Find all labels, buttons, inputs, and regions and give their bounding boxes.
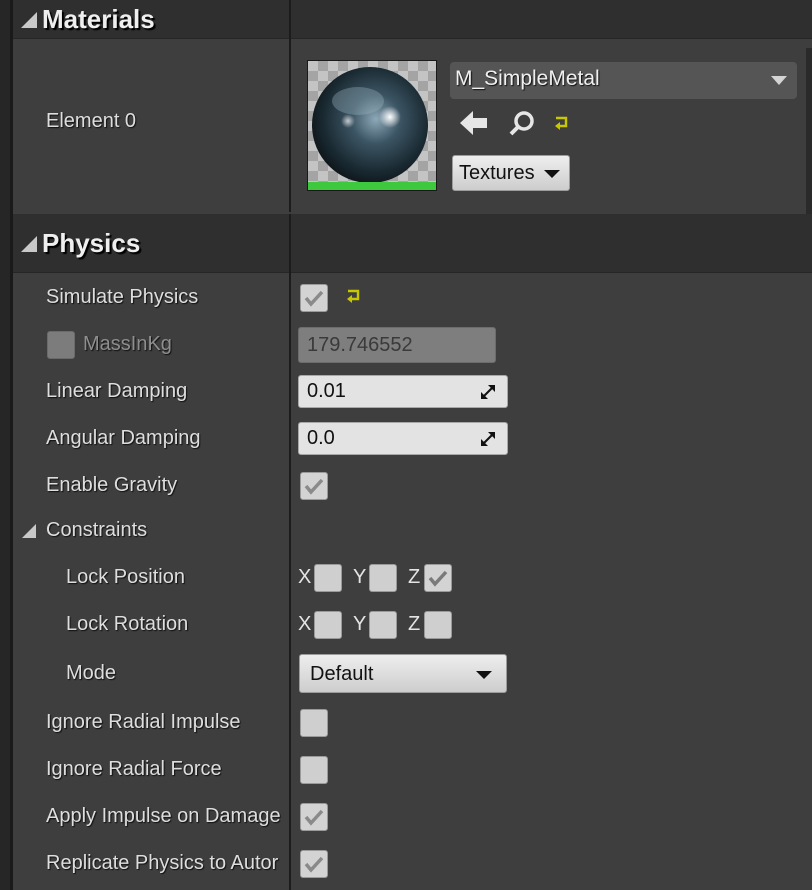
scrollbar[interactable]: [806, 48, 812, 230]
lock-position-z-label: Z: [408, 566, 421, 588]
lock-rotation-z-label: Z: [408, 613, 421, 635]
lock-position-x-checkbox[interactable]: [314, 564, 342, 592]
simulate-physics-label: Simulate Physics: [46, 286, 199, 308]
drag-spin-icon[interactable]: [479, 383, 497, 401]
replicate-physics-checkbox[interactable]: [300, 850, 328, 878]
linear-damping-value: 0.01: [307, 380, 346, 402]
lock-position-z-checkbox[interactable]: [424, 564, 452, 592]
chevron-down-icon: [476, 671, 492, 679]
mode-value: Default: [310, 663, 374, 685]
textures-dropdown[interactable]: Textures: [452, 155, 570, 191]
collapse-triangle-icon[interactable]: [21, 236, 37, 252]
lock-rotation-y-label: Y: [353, 613, 367, 635]
checkmark-icon: [304, 478, 324, 495]
mass-override-checkbox[interactable]: [47, 331, 75, 359]
lock-position-y-label: Y: [353, 566, 367, 588]
lock-rotation-x-label: X: [298, 613, 312, 635]
linear-damping-field[interactable]: 0.01: [298, 375, 508, 408]
angular-damping-value: 0.0: [307, 427, 335, 449]
lock-position-label: Lock Position: [66, 566, 185, 588]
chevron-down-icon: [544, 170, 560, 178]
column-divider[interactable]: [289, 0, 291, 212]
constraints-expander-icon[interactable]: [22, 524, 36, 538]
enable-gravity-label: Enable Gravity: [46, 474, 178, 496]
mass-field: 179.746552: [298, 327, 496, 363]
material-selector-dropdown[interactable]: M_SimpleMetal: [450, 62, 797, 99]
reset-to-default-icon[interactable]: [345, 288, 363, 306]
simulate-physics-checkbox[interactable]: [300, 284, 328, 312]
material-thumbnail[interactable]: [307, 60, 437, 191]
mass-label: MassInKg: [83, 333, 172, 355]
ignore-radial-force-checkbox[interactable]: [300, 756, 328, 784]
checkmark-icon: [428, 570, 448, 587]
constraints-label: Constraints: [46, 519, 148, 541]
physics-title: Physics: [42, 228, 141, 258]
lock-rotation-z-checkbox[interactable]: [424, 611, 452, 639]
mode-dropdown[interactable]: Default: [299, 654, 507, 693]
textures-label: Textures: [459, 162, 535, 184]
drag-spin-icon[interactable]: [479, 430, 497, 448]
back-arrow-icon[interactable]: [460, 110, 488, 136]
collapse-triangle-icon[interactable]: [21, 12, 37, 28]
linear-damping-label: Linear Damping: [46, 380, 188, 402]
apply-impulse-on-damage-label: Apply Impulse on Damage: [46, 805, 281, 827]
checkmark-icon: [304, 290, 324, 307]
left-gutter: [0, 0, 10, 890]
lock-position-y-checkbox[interactable]: [369, 564, 397, 592]
checkmark-icon: [304, 856, 324, 873]
ignore-radial-impulse-label: Ignore Radial Impulse: [46, 711, 241, 733]
apply-impulse-on-damage-checkbox[interactable]: [300, 803, 328, 831]
ignore-radial-impulse-checkbox[interactable]: [300, 709, 328, 737]
metal-sphere-preview: [308, 61, 436, 190]
lock-position-x-label: X: [298, 566, 312, 588]
chevron-down-icon: [771, 76, 787, 85]
mode-label: Mode: [66, 662, 117, 684]
materials-section-header[interactable]: Materials: [13, 0, 812, 39]
physics-section-header[interactable]: Physics: [13, 214, 812, 273]
ignore-radial-force-label: Ignore Radial Force: [46, 758, 222, 780]
lock-rotation-label: Lock Rotation: [66, 613, 189, 635]
enable-gravity-checkbox[interactable]: [300, 472, 328, 500]
column-divider[interactable]: [289, 214, 291, 890]
materials-title: Materials: [42, 4, 155, 34]
element-0-label: Element 0: [46, 110, 137, 132]
reset-to-default-icon[interactable]: [553, 115, 571, 133]
lock-rotation-y-checkbox[interactable]: [369, 611, 397, 639]
replicate-physics-label: Replicate Physics to Autor: [46, 852, 279, 874]
lock-rotation-x-checkbox[interactable]: [314, 611, 342, 639]
gutter-edge: [10, 0, 13, 890]
angular-damping-label: Angular Damping: [46, 427, 201, 449]
checkmark-icon: [304, 809, 324, 826]
angular-damping-field[interactable]: 0.0: [298, 422, 508, 455]
material-name: M_SimpleMetal: [455, 67, 600, 90]
search-icon[interactable]: [508, 111, 536, 137]
